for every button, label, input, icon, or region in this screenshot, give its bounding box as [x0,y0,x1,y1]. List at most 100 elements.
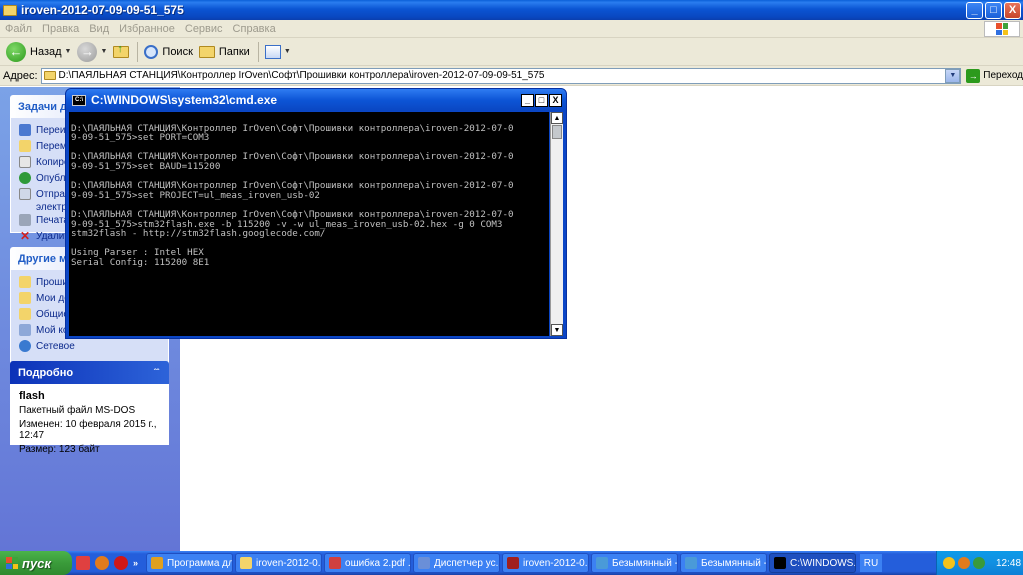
menu-view[interactable]: Вид [84,23,114,35]
forward-button[interactable]: → ▼ [77,41,107,62]
cmd-close-button[interactable]: X [549,93,562,107]
place-network[interactable]: Сетевое [19,338,160,354]
forward-arrow-icon: → [77,41,98,62]
chevron-down-icon[interactable]: ▼ [945,68,961,83]
taskbar-buttons: Программа дл... iroven-2012-0... ошибка 2.… [146,553,858,573]
back-button[interactable]: ← Назад ▼ [6,41,72,62]
taskbar-button-label: iroven-2012-0... [256,557,323,569]
quick-launch: » [72,551,146,575]
details-header[interactable]: Подробно ˆˆ [10,361,169,384]
file-name: flash [19,390,45,402]
taskbar-button[interactable]: Безымянный -... [591,553,679,573]
search-button[interactable]: Поиск [144,44,193,59]
scroll-down-button[interactable]: ▼ [551,324,563,336]
rename-icon [19,124,31,136]
console-output[interactable]: D:\ПАЯЛЬНАЯ СТАНЦИЯ\Контроллер IrOven\Со… [69,112,549,336]
clock: 12:48 [996,557,1022,569]
file-type: Пакетный файл MS-DOS [19,405,136,416]
cmd-titlebar: C:\ C:\WINDOWS\system32\cmd.exe _ □ X [66,89,566,111]
close-button[interactable]: X [1004,1,1021,19]
views-button[interactable]: ▼ [264,44,291,59]
taskbar-button-label: Диспетчер ус... [434,557,501,569]
go-button[interactable]: → Переход [966,68,1023,83]
menu-edit[interactable]: Правка [37,23,84,35]
chevron-down-icon[interactable]: ▼ [284,48,291,55]
taskbar-button-label: C:\WINDOWS... [790,557,857,569]
folder-icon [19,308,31,320]
network-icon [19,340,31,352]
chevron-down-icon[interactable]: ▼ [65,48,72,55]
folder-icon [43,71,56,80]
folder-icon [19,276,31,288]
file-modified: Изменен: 10 февраля 2015 г., 12:47 [19,419,157,441]
menu-file[interactable]: Файл [0,23,37,35]
maximize-button[interactable]: □ [985,1,1002,19]
folders-icon [198,45,215,58]
cmd-minimize-button[interactable]: _ [521,93,534,107]
move-icon [19,140,31,152]
go-arrow-icon: → [966,68,981,83]
taskbar-button[interactable]: iroven-2012-0... [235,553,323,573]
address-value: D:\ПАЯЛЬНАЯ СТАНЦИЯ\Контроллер IrOven\Со… [58,70,545,81]
mail-icon [19,188,31,200]
toolbar-divider [257,41,259,62]
console-line: 9-09-51_575>set PROJECT=ul_meas_iroven_u… [71,189,320,201]
console-line: stm32flash - http://stm32flash.googlecod… [71,228,326,240]
taskbar-button[interactable]: Безымянный -... [680,553,768,573]
printer-icon [19,214,31,226]
language-indicator[interactable]: RU [860,554,883,572]
shield-icon[interactable] [943,557,955,569]
quick-launch-more[interactable]: » [133,558,138,568]
cmd-maximize-button[interactable]: □ [535,93,548,107]
firefox-icon[interactable] [95,556,109,570]
tray-app-icon[interactable] [973,557,985,569]
chevron-up-icon[interactable]: ˆˆ [149,365,164,380]
search-icon [144,44,159,59]
views-icon [264,44,281,59]
taskbar-button-label: iroven-2012-0... [523,557,590,569]
address-input[interactable]: D:\ПАЯЛЬНАЯ СТАНЦИЯ\Контроллер IrOven\Со… [40,67,962,84]
minimize-button[interactable]: _ [966,1,983,19]
app-icon [240,557,253,569]
details-panel: Подробно ˆˆ flash Пакетный файл MS-DOS И… [10,361,169,455]
menu-tools[interactable]: Сервис [180,23,228,35]
taskbar-button[interactable]: Программа дл... [146,553,234,573]
taskbar: пуск » Программа дл... iroven-2012-0... ош… [0,551,1023,575]
opera-icon[interactable] [114,556,128,570]
window-titlebar: iroven-2012-07-09-09-51_575 _ □ X [0,0,1023,20]
menu-favorites[interactable]: Избранное [114,23,180,35]
scroll-up-button[interactable]: ▲ [551,112,563,124]
back-label: Назад [30,45,62,58]
taskbar-button[interactable]: ошибка 2.pdf ... [324,553,412,573]
delete-icon: ✕ [19,229,31,243]
windows-logo-icon [6,557,18,569]
start-button[interactable]: пуск [0,551,72,575]
details-title: Подробно [18,366,74,379]
chevron-down-icon[interactable]: ▼ [100,48,107,55]
taskbar-button-label: Безымянный -... [612,557,678,569]
app-icon [507,557,520,569]
app-icon[interactable] [76,556,90,570]
taskbar-button[interactable]: C:\WINDOWS... [769,553,857,573]
menu-bar: Файл Правка Вид Избранное Сервис Справка [0,20,1023,38]
folders-button[interactable]: Папки [198,45,250,58]
address-label: Адрес: [3,69,38,82]
app-icon [151,557,164,569]
taskbar-button-label: Программа дл... [167,557,234,569]
menu-help[interactable]: Справка [228,23,281,35]
scroll-thumb[interactable] [552,125,562,139]
search-label: Поиск [162,45,193,58]
tray-app-icon[interactable] [958,557,970,569]
start-label: пуск [22,555,51,571]
toolbar-divider [137,41,139,62]
up-folder-button[interactable]: ↑ [113,43,130,58]
console-line: 9-09-51_575>set BAUD=115200 [71,160,221,172]
taskbar-button[interactable]: iroven-2012-0... [502,553,590,573]
app-icon [774,557,787,569]
taskbar-button-label: Безымянный -... [701,557,767,569]
taskbar-button[interactable]: Диспетчер ус... [413,553,501,573]
folder-icon [19,292,31,304]
console-scrollbar[interactable]: ▲ ▼ [550,112,563,336]
toolbar: ← Назад ▼ → ▼ ↑ Поиск Папки ▼ [0,38,1023,66]
app-icon [418,557,431,569]
